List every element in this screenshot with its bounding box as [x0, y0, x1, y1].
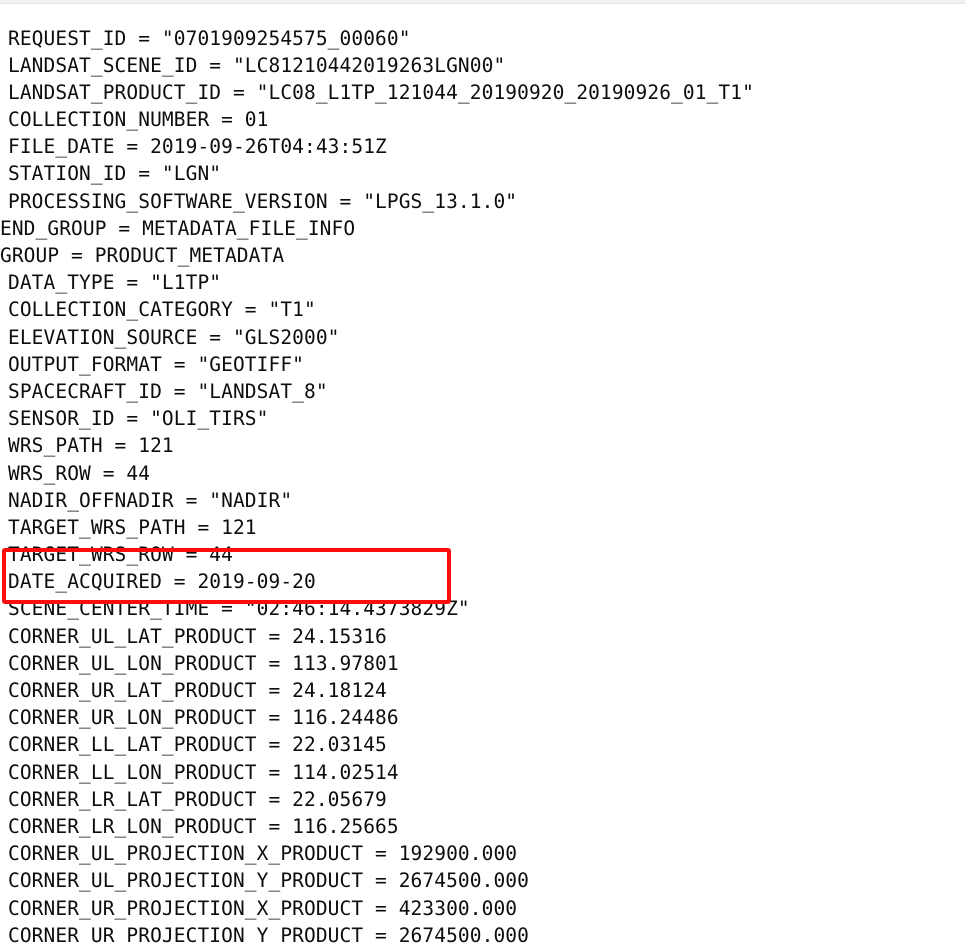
metadata-line: CORNER_UR_LAT_PRODUCT = 24.18124 — [8, 679, 387, 702]
metadata-line: DATA_TYPE = "L1TP" — [8, 271, 222, 295]
metadata-line: CORNER_LR_LON_PRODUCT = 116.25665 — [8, 814, 399, 838]
metadata-line: SCENE_CENTER_TIME = "02:46:14.4373829Z" — [8, 597, 470, 621]
metadata-line: COLLECTION_CATEGORY = "T1" — [8, 298, 316, 322]
metadata-line: FILE_DATE = 2019-09-26T04:43:51Z — [8, 135, 387, 159]
metadata-line: PROCESSING_SOFTWARE_VERSION = "LPGS_13.1… — [8, 189, 518, 213]
metadata-line: CORNER_UL_LON_PRODUCT = 113.97801 — [8, 651, 399, 675]
metadata-line: REQUEST_ID = "0701909254575_00060" — [8, 26, 411, 50]
metadata-line: COLLECTION_NUMBER = 01 — [8, 108, 269, 132]
metadata-line: CORNER_UL_LAT_PRODUCT = 24.15316 — [8, 624, 387, 648]
metadata-line: GROUP = PRODUCT_METADATA — [0, 244, 285, 267]
metadata-line: DATE_ACQUIRED = 2019-09-20 — [8, 570, 316, 594]
metadata-line: CORNER_LL_LON_PRODUCT = 114.02514 — [8, 760, 399, 784]
metadata-line: CORNER_UL_PROJECTION_X_PRODUCT = 192900.… — [8, 842, 518, 866]
metadata-line: WRS_ROW = 44 — [8, 461, 151, 485]
metadata-line: END_GROUP = METADATA_FILE_INFO — [0, 216, 356, 240]
metadata-line: SPACECRAFT_ID = "LANDSAT_8" — [8, 379, 328, 403]
metadata-line: CORNER_UR_PROJECTION_Y_PRODUCT = 2674500… — [8, 923, 529, 943]
metadata-line: STATION_ID = "LGN" — [8, 162, 222, 186]
metadata-viewer: REQUEST_ID = "0701909254575_00060" LANDSA… — [0, 0, 965, 943]
metadata-line: WRS_PATH = 121 — [8, 434, 174, 458]
metadata-line: ELEVATION_SOURCE = "GLS2000" — [8, 325, 340, 349]
metadata-line: LANDSAT_SCENE_ID = "LC81210442019263LGN0… — [8, 53, 506, 77]
metadata-line: SENSOR_ID = "OLI_TIRS" — [8, 407, 269, 431]
metadata-line: TARGET_WRS_PATH = 121 — [8, 515, 257, 539]
metadata-line: TARGET_WRS_ROW = 44 — [8, 543, 233, 567]
metadata-line: CORNER_LL_LAT_PRODUCT = 22.03145 — [8, 733, 387, 757]
metadata-line: CORNER_UR_LON_PRODUCT = 116.24486 — [8, 706, 399, 730]
metadata-line: NADIR_OFFNADIR = "NADIR" — [8, 488, 293, 512]
metadata-line: OUTPUT_FORMAT = "GEOTIFF" — [8, 352, 304, 376]
metadata-line: CORNER_UL_PROJECTION_Y_PRODUCT = 2674500… — [8, 869, 529, 893]
metadata-line: CORNER_UR_PROJECTION_X_PRODUCT = 423300.… — [8, 896, 518, 920]
metadata-line: LANDSAT_PRODUCT_ID = "LC08_L1TP_121044_2… — [8, 80, 754, 104]
window-top-divider — [0, 0, 965, 4]
metadata-text-body[interactable]: REQUEST_ID = "0701909254575_00060" LANDSA… — [0, 25, 965, 943]
metadata-line: CORNER_LR_LAT_PRODUCT = 22.05679 — [8, 787, 387, 811]
